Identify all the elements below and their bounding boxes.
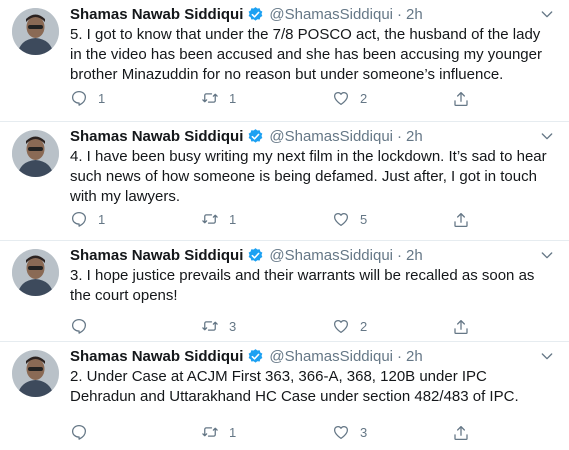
author-handle[interactable]: @ShamasSiddiqui <box>269 128 393 145</box>
share-icon[interactable] <box>452 318 470 336</box>
heart-icon <box>333 92 349 106</box>
like-button[interactable]: 2 <box>332 317 463 335</box>
retweet-button[interactable]: 1 <box>201 89 332 107</box>
timestamp[interactable]: 2h <box>406 128 423 145</box>
heart-icon <box>333 320 349 334</box>
avatar[interactable] <box>12 130 59 177</box>
reply-button[interactable]: 1 <box>70 210 201 228</box>
avatar[interactable] <box>12 350 59 397</box>
reply-icon <box>71 424 87 440</box>
reply-icon <box>71 318 87 334</box>
retweet-count: 1 <box>229 424 237 440</box>
reply-button[interactable]: 1 <box>70 89 201 107</box>
retweet-icon <box>202 427 218 437</box>
tweet[interactable]: Shamas Nawab Siddiqui @ShamasSiddiqui · … <box>0 0 569 122</box>
tweet-text: 3. I hope justice prevails and their war… <box>70 267 535 304</box>
tweet[interactable]: Shamas Nawab Siddiqui @ShamasSiddiqui · … <box>0 241 569 342</box>
verified-badge-icon <box>247 128 264 145</box>
tweet-text: 5. I got to know that under the 7/8 POSC… <box>70 26 542 83</box>
author-handle[interactable]: @ShamasSiddiqui <box>269 6 393 23</box>
tweet[interactable]: Shamas Nawab Siddiqui @ShamasSiddiqui · … <box>0 122 569 241</box>
reply-count: 1 <box>98 90 106 106</box>
timestamp[interactable]: 2h <box>406 247 423 264</box>
author-name[interactable]: Shamas Nawab Siddiqui <box>70 247 243 264</box>
retweet-icon <box>202 93 218 103</box>
chevron-down-icon[interactable] <box>539 128 555 144</box>
reply-icon <box>71 211 87 227</box>
timestamp[interactable]: 2h <box>406 348 423 365</box>
tweet-text: 4. I have been busy writing my next film… <box>70 148 547 205</box>
author-name[interactable]: Shamas Nawab Siddiqui <box>70 128 243 145</box>
like-count: 2 <box>360 90 368 106</box>
retweet-button[interactable]: 1 <box>201 423 332 441</box>
avatar[interactable] <box>12 249 59 296</box>
like-button[interactable]: 3 <box>332 423 463 441</box>
retweet-icon <box>202 214 218 224</box>
separator-dot: · <box>397 347 403 365</box>
chevron-down-icon[interactable] <box>539 348 555 364</box>
reply-button[interactable] <box>70 317 201 335</box>
retweet-button[interactable]: 3 <box>201 317 332 335</box>
retweet-button[interactable]: 1 <box>201 210 332 228</box>
like-button[interactable]: 5 <box>332 210 463 228</box>
verified-badge-icon <box>247 247 264 264</box>
separator-dot: · <box>397 5 403 23</box>
heart-icon <box>333 426 349 440</box>
share-icon[interactable] <box>452 90 470 108</box>
heart-icon <box>333 213 349 227</box>
like-count: 3 <box>360 424 368 440</box>
author-handle[interactable]: @ShamasSiddiqui <box>269 348 393 365</box>
share-icon[interactable] <box>452 211 470 229</box>
retweet-count: 3 <box>229 318 237 334</box>
reply-count: 1 <box>98 211 106 227</box>
author-handle[interactable]: @ShamasSiddiqui <box>269 247 393 264</box>
like-count: 2 <box>360 318 368 334</box>
chevron-down-icon[interactable] <box>539 247 555 263</box>
tweet-feed: Shamas Nawab Siddiqui @ShamasSiddiqui · … <box>0 0 569 450</box>
timestamp[interactable]: 2h <box>406 6 423 23</box>
separator-dot: · <box>397 127 403 145</box>
chevron-down-icon[interactable] <box>539 6 555 22</box>
avatar[interactable] <box>12 8 59 55</box>
reply-button[interactable] <box>70 423 201 441</box>
verified-badge-icon <box>247 348 264 365</box>
verified-badge-icon <box>247 6 264 23</box>
tweet-text: 2. Under Case at ACJM First 363, 366-A, … <box>70 368 519 405</box>
separator-dot: · <box>397 246 403 264</box>
retweet-icon <box>202 321 218 331</box>
retweet-count: 1 <box>229 90 237 106</box>
author-name[interactable]: Shamas Nawab Siddiqui <box>70 6 243 23</box>
author-name[interactable]: Shamas Nawab Siddiqui <box>70 348 243 365</box>
tweet[interactable]: Shamas Nawab Siddiqui @ShamasSiddiqui · … <box>0 342 569 450</box>
retweet-count: 1 <box>229 211 237 227</box>
like-count: 5 <box>360 211 368 227</box>
share-icon[interactable] <box>452 424 470 442</box>
like-button[interactable]: 2 <box>332 89 463 107</box>
reply-icon <box>71 90 87 106</box>
